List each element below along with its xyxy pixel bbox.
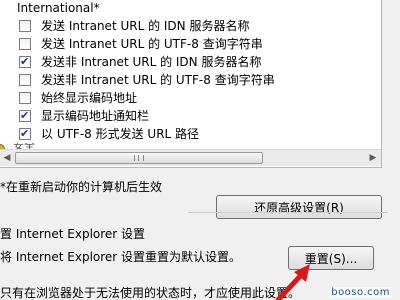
setting-label: 显示编码地址通知栏 [41, 109, 150, 123]
setting-row[interactable]: 始终显示编码地址 [0, 89, 379, 107]
checkbox-checked[interactable] [19, 53, 31, 71]
setting-row[interactable]: 发送 Intranet URL 的 UTF-8 查询字符串 [0, 35, 379, 53]
setting-label: 以 UTF-8 形式发送 URL 路径 [41, 127, 200, 141]
reset-section-description: 将 Internet Explorer 设置重置为默认设置。 [0, 250, 242, 264]
checkbox-checked[interactable] [19, 125, 31, 143]
scroll-left-icon[interactable]: ◀ [0, 150, 15, 166]
scrollbar-thumb[interactable] [15, 152, 263, 164]
section-header-international: International* [17, 1, 100, 15]
setting-label: 发送 Intranet URL 的 UTF-8 查询字符串 [41, 37, 263, 51]
reset-warning-note: 只有在浏览器处于无法使用的状态时，才应使用此设置。 [0, 286, 301, 300]
setting-label: 发送 Intranet URL 的 IDN 服务器名称 [41, 19, 250, 33]
red-pointer-arrow-icon [275, 264, 310, 300]
setting-row[interactable]: 发送非 Intranet URL 的 IDN 服务器名称 [0, 53, 379, 71]
setting-row[interactable]: 发送 Intranet URL 的 IDN 服务器名称 [0, 17, 379, 35]
scrollbar-grip-icon [134, 155, 144, 161]
watermark: booso.com [329, 287, 392, 298]
checkbox[interactable] [19, 20, 31, 32]
section-divider [188, 212, 388, 213]
checkbox[interactable] [19, 74, 31, 86]
checkbox[interactable] [19, 38, 31, 50]
setting-label: 发送非 Intranet URL 的 IDN 服务器名称 [41, 55, 262, 69]
checkbox-checked[interactable] [19, 107, 31, 125]
setting-row[interactable]: 显示编码地址通知栏 [0, 107, 379, 125]
restart-note: *在重新启动你的计算机后生效 [0, 180, 163, 194]
setting-label: 发送非 Intranet URL 的 UTF-8 查询字符串 [41, 73, 275, 87]
setting-row[interactable]: 以 UTF-8 形式发送 URL 路径 [0, 125, 379, 143]
horizontal-scrollbar[interactable]: ◀ ▶ [0, 149, 381, 166]
settings-list[interactable]: International* 发送 Intranet URL 的 IDN 服务器… [0, 0, 382, 168]
setting-row[interactable]: 发送非 Intranet URL 的 UTF-8 查询字符串 [0, 71, 379, 89]
restore-advanced-settings-button[interactable]: 还原高级设置(R) [216, 195, 382, 219]
setting-label: 始终显示编码地址 [41, 91, 138, 105]
scroll-right-icon[interactable]: ▶ [365, 150, 381, 166]
checkbox[interactable] [19, 92, 31, 104]
ie-advanced-settings-panel: International* 发送 Intranet URL 的 IDN 服务器… [0, 0, 400, 300]
reset-section-title: 置 Internet Explorer 设置 [0, 227, 146, 241]
